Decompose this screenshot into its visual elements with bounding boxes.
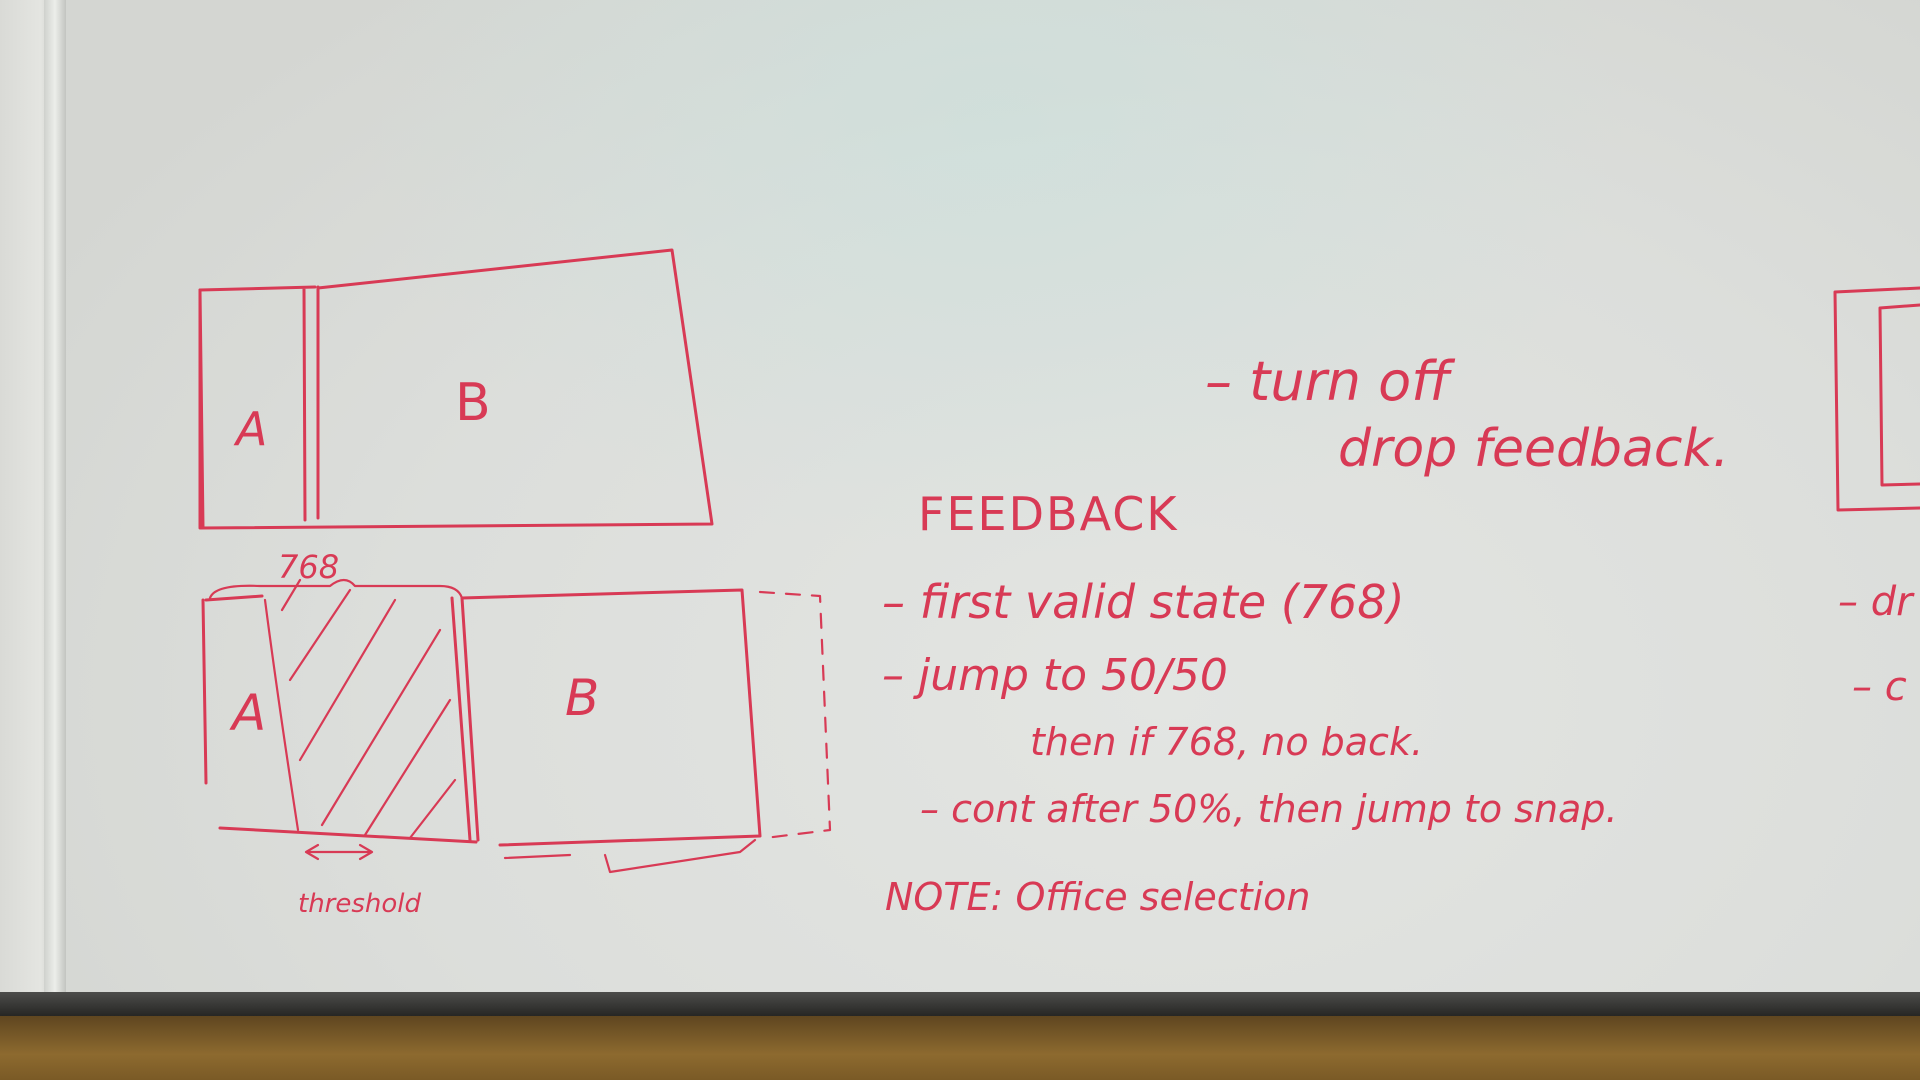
- threshold-arrow: [304, 843, 374, 861]
- threshold-label: threshold: [298, 889, 422, 919]
- feedback-item-4: – cont after 50%, then jump to snap.: [920, 787, 1618, 831]
- bottom-sketch-label-a: A: [229, 684, 266, 742]
- bottom-sketch-outline: [201, 588, 762, 847]
- bottom-sketch-label-b: B: [565, 669, 599, 727]
- width-label: 768: [278, 548, 339, 586]
- right-edge-fragment-1: – dr: [1838, 579, 1915, 625]
- note-turn-off: – turn off: [1205, 350, 1455, 413]
- feedback-item-2: – jump to 50/50: [882, 650, 1228, 701]
- marker-drawing: A B 768 A B threshold – turn off drop fe…: [198, 248, 1920, 919]
- feedback-item-1: – first valid state (768): [882, 575, 1405, 629]
- right-edge-sketch: – dr – c: [1833, 286, 1920, 710]
- right-edge-outline: [1833, 286, 1920, 512]
- snap-dashed-outline: [758, 590, 832, 840]
- feedback-item-3: then if 768, no back.: [1030, 720, 1423, 764]
- whiteboard-photo: A B 768 A B threshold – turn off drop fe…: [0, 0, 1920, 1080]
- hatch-lines: [280, 578, 457, 840]
- note-office-selection: NOTE: Office selection: [885, 875, 1310, 919]
- top-sketch-label-b: B: [455, 373, 491, 433]
- hatch-divider: [263, 598, 300, 832]
- feedback-heading: FEEDBACK: [918, 487, 1179, 541]
- top-layout-sketch: A B: [198, 248, 714, 530]
- right-edge-fragment-2: – c: [1852, 664, 1907, 710]
- note-drop-feedback: drop feedback.: [1338, 419, 1729, 479]
- bottom-layout-sketch: 768 A B threshold: [201, 548, 832, 919]
- notes-block: – turn off drop feedback. FEEDBACK – fir…: [882, 350, 1729, 919]
- top-sketch-label-a: A: [233, 402, 267, 456]
- width-brace: [208, 578, 464, 600]
